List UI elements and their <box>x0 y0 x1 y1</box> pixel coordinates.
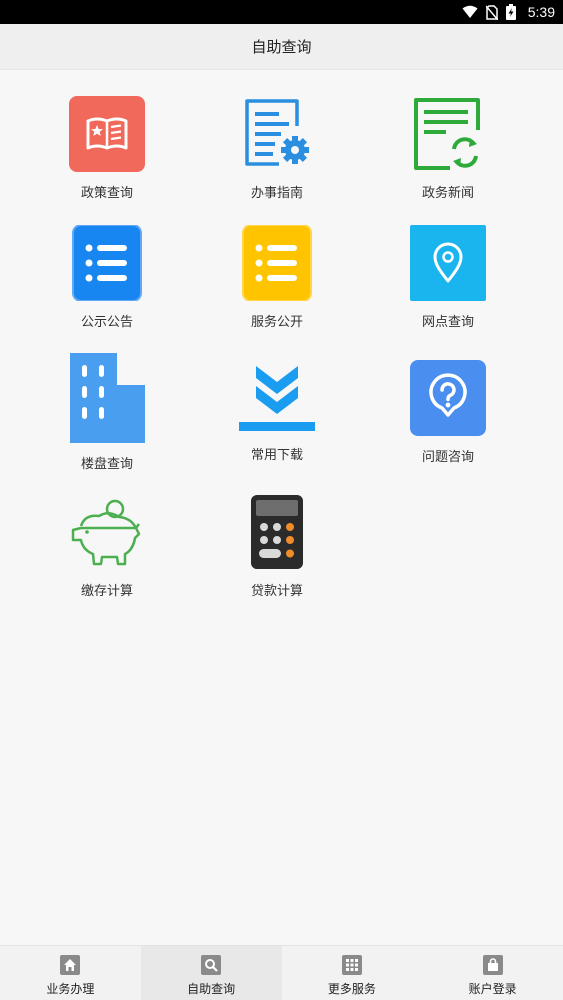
tab-business[interactable]: 业务办理 <box>0 946 141 1000</box>
tab-label: 更多服务 <box>327 982 376 996</box>
grid-item-label: 缴存计算 <box>80 584 133 599</box>
tab-account-login[interactable]: 账户登录 <box>422 946 563 1000</box>
tab-self-query[interactable]: 自助查询 <box>140 946 282 1000</box>
status-bar: 5:39 <box>0 0 563 24</box>
grid-item-loan-calculator[interactable]: 贷款计算 <box>207 494 347 599</box>
location-pin-icon <box>410 225 486 301</box>
grid-item-question-consult[interactable]: 问题咨询 <box>378 360 518 465</box>
grid-item-branch-query[interactable]: 网点查询 <box>378 225 518 330</box>
search-icon <box>201 955 222 975</box>
grid-item-label: 常用下载 <box>250 448 303 463</box>
grid-item-label: 政务新闻 <box>421 186 474 201</box>
status-time: 5:39 <box>527 4 555 20</box>
grid-item-label: 服务公开 <box>250 315 303 330</box>
grid-item-label: 贷款计算 <box>250 584 303 599</box>
grid-item-label: 问题咨询 <box>421 450 474 465</box>
piggy-bank-icon <box>69 494 145 570</box>
tab-label: 自助查询 <box>187 982 236 996</box>
grid-item-service-disclosure[interactable]: 服务公开 <box>207 225 347 330</box>
bag-icon <box>482 955 503 975</box>
home-icon <box>60 955 81 975</box>
battery-charging-icon <box>505 4 516 20</box>
guide-document-gear-icon <box>239 96 315 172</box>
grid-item-service-guide[interactable]: 办事指南 <box>207 96 347 201</box>
tab-label: 账户登录 <box>468 982 517 996</box>
grid-item-label: 公示公告 <box>80 315 133 330</box>
building-icon <box>69 353 145 443</box>
page-title: 自助查询 <box>251 38 312 56</box>
app-header: 自助查询 <box>0 24 563 70</box>
question-bubble-icon <box>410 360 486 436</box>
apps-grid-icon <box>341 955 362 975</box>
grid-item-label: 政策查询 <box>80 186 133 201</box>
grid-item-label: 办事指南 <box>250 186 303 201</box>
no-sim-icon <box>485 4 498 20</box>
grid-item-label: 网点查询 <box>421 315 474 330</box>
wifi-icon <box>462 5 478 18</box>
grid-item-property-query[interactable]: 楼盘查询 <box>37 353 177 472</box>
grid-item-policy-query[interactable]: 政策查询 <box>37 96 177 201</box>
tab-more-services[interactable]: 更多服务 <box>282 946 423 1000</box>
grid-item-deposit-calculator[interactable]: 缴存计算 <box>37 494 177 599</box>
grid-item-common-downloads[interactable]: 常用下载 <box>207 364 347 463</box>
status-icons: 5:39 <box>462 0 555 24</box>
policy-book-icon <box>69 96 145 172</box>
bottom-tab-bar: 业务办理 自助查询 更多服务 账户登录 <box>0 945 563 1000</box>
news-document-refresh-icon <box>410 96 486 172</box>
grid-item-public-notice[interactable]: 公示公告 <box>37 225 177 330</box>
download-icon <box>239 364 315 434</box>
calculator-icon <box>239 494 315 570</box>
notice-list-icon <box>69 225 145 301</box>
grid-item-label: 楼盘查询 <box>80 457 133 472</box>
tab-label: 业务办理 <box>46 982 95 996</box>
service-list-icon <box>239 225 315 301</box>
grid-item-government-news[interactable]: 政务新闻 <box>378 96 518 201</box>
